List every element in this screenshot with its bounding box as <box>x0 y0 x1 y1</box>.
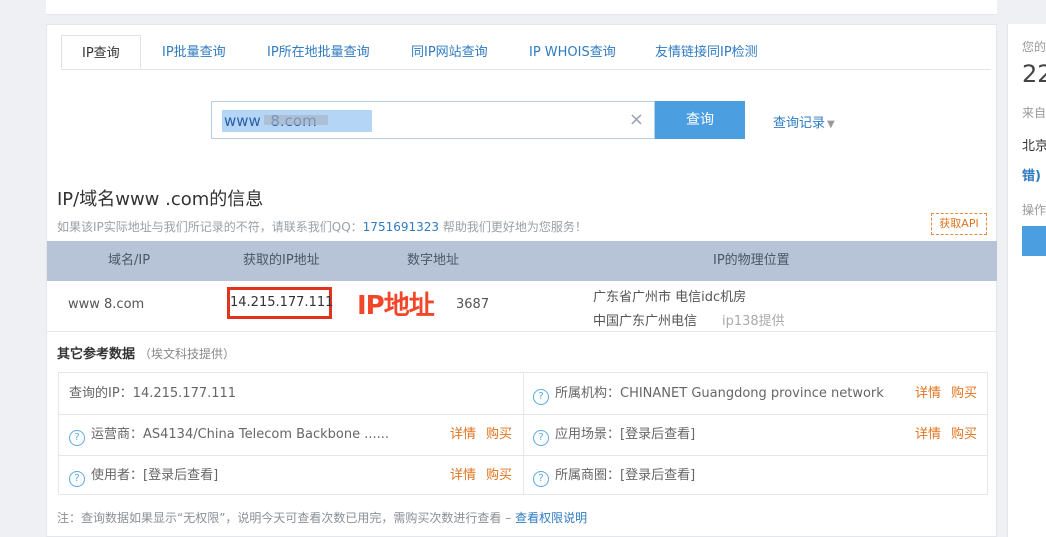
tab-friend-link-ip[interactable]: 友情链接同IP检测 <box>655 35 758 68</box>
detail-link[interactable]: 详情 <box>450 455 476 496</box>
detail-link[interactable]: 详情 <box>450 414 476 455</box>
provider-label: ip138提供 <box>722 314 785 329</box>
col-location: IP的物理位置 <box>713 253 790 268</box>
application-scene: ? 应用场景：[登录后查看] <box>533 414 695 455</box>
col-domain: 域名/IP <box>108 253 151 268</box>
buy-link[interactable]: 购买 <box>486 455 512 496</box>
location-line-1: 广东省广州市 电信idc机房 <box>593 290 747 305</box>
notice-text: 如果该IP实际地址与我们所记录的不符，请联系我们QQ： <box>57 220 363 234</box>
contact-notice: 如果该IP实际地址与我们所记录的不符，请联系我们QQ：1751691323 帮助… <box>57 218 587 235</box>
permission-info-link[interactable]: 查看权限说明 <box>515 511 587 525</box>
tab-ip-location-batch[interactable]: IP所在地批量查询 <box>267 35 370 68</box>
tab-ip-whois[interactable]: IP WHOIS查询 <box>529 35 616 68</box>
caret-down-icon: ▼ <box>827 119 835 130</box>
sidebar-action-button[interactable] <box>1022 226 1046 256</box>
business-district-text: 所属商圈：[登录后查看] <box>555 468 696 483</box>
reference-title-text: 其它参考数据 <box>57 347 136 362</box>
qq-number: 1751691323 <box>362 220 440 234</box>
help-icon[interactable]: ? <box>533 430 549 446</box>
numeric-address-cell: 3687 <box>456 297 490 312</box>
redacted-text <box>264 115 328 125</box>
reference-table: 查询的IP：14.215.177.111 ? 所属机构：CHINANET Guan… <box>58 372 988 495</box>
detail-link[interactable]: 详情 <box>915 414 941 455</box>
col-numeric: 数字地址 <box>407 253 460 268</box>
ip-address-highlight: 14.215.177.111 <box>227 287 333 319</box>
result-row: www 8.com 3687 广东省广州市 电信idc机房 中国广东广州电信 i… <box>47 281 997 332</box>
help-icon[interactable]: ? <box>533 471 549 487</box>
info-title: IP/域名www .com的信息 <box>57 189 264 210</box>
sidebar-from-label: 来自 <box>1022 106 1046 120</box>
clear-icon[interactable]: × <box>629 109 644 130</box>
organization: ? 所属机构：CHINANET Guangdong province networ… <box>533 373 884 414</box>
ip-annotation: IP地址 <box>357 291 435 321</box>
footer-note: 注：查询数据如果显示“无权限”，说明今天可查看次数已用完，需购买次数进行查看 –… <box>57 509 587 526</box>
tab-ip-query[interactable]: IP查询 <box>61 35 141 69</box>
result-table-header: 域名/IP 获取的IP地址 数字地址 IP的物理位置 <box>47 241 997 281</box>
sidebar-operate-label: 操作 <box>1022 203 1046 217</box>
query-history-dropdown[interactable]: 查询记录 ▼ <box>773 112 835 131</box>
get-api-button[interactable]: 获取API <box>931 213 987 235</box>
sidebar-label: 您的 <box>1022 40 1046 54</box>
application-scene-text: 应用场景：[登录后查看] <box>555 427 696 442</box>
carrier: ? 运营商：AS4134/China Telecom Backbone .....… <box>69 414 389 455</box>
location-line-2: 中国广东广州电信 <box>593 314 698 329</box>
help-icon[interactable]: ? <box>69 430 85 446</box>
ref-row: 查询的IP：14.215.177.111 ? 所属机构：CHINANET Guan… <box>59 373 987 415</box>
reference-title: 其它参考数据 （埃文科技提供） <box>57 343 235 362</box>
ref-row: ? 运营商：AS4134/China Telecom Backbone .....… <box>59 414 987 456</box>
user-text: 使用者：[登录后查看] <box>91 468 219 483</box>
tab-same-ip-sites[interactable]: 同IP网站查询 <box>411 35 488 68</box>
tab-ip-batch-query[interactable]: IP批量查询 <box>162 35 226 68</box>
business-district: ? 所属商圈：[登录后查看] <box>533 455 695 496</box>
sidebar-link[interactable]: 错) <box>1022 165 1041 184</box>
query-history-label: 查询记录 <box>773 116 826 131</box>
buy-link[interactable]: 购买 <box>951 373 977 414</box>
col-ip: 获取的IP地址 <box>243 253 320 268</box>
sidebar-panel: 您的 22 来自 北京 错) 操作 <box>1007 24 1046 537</box>
help-icon[interactable]: ? <box>69 471 85 487</box>
queried-ip: 查询的IP：14.215.177.111 <box>69 386 237 401</box>
sidebar-count: 22 <box>1022 60 1046 88</box>
top-strip <box>46 0 997 15</box>
carrier-text: 运营商：AS4134/China Telecom Backbone ...... <box>91 427 390 442</box>
user: ? 使用者：[登录后查看] <box>69 455 218 496</box>
help-icon[interactable]: ? <box>533 389 549 405</box>
sidebar-city: 北京 <box>1022 139 1046 154</box>
query-button[interactable]: 查询 <box>655 101 745 139</box>
notice-text-end: 帮助我们更好地为您服务！ <box>439 220 587 234</box>
search-box: × <box>211 101 655 139</box>
tab-bar: IP查询 IP批量查询 IP所在地批量查询 同IP网站查询 IP WHOIS查询… <box>61 35 991 70</box>
ip-query-card: IP查询 IP批量查询 IP所在地批量查询 同IP网站查询 IP WHOIS查询… <box>46 24 997 537</box>
buy-link[interactable]: 购买 <box>486 414 512 455</box>
organization-text: 所属机构：CHINANET Guangdong province network <box>555 386 884 401</box>
domain-cell: www 8.com <box>68 297 145 312</box>
footer-text: 注：查询数据如果显示“无权限”，说明今天可查看次数已用完，需购买次数进行查看 – <box>57 511 516 525</box>
detail-link[interactable]: 详情 <box>915 373 941 414</box>
reference-subtitle: （埃文科技提供） <box>139 347 236 361</box>
buy-link[interactable]: 购买 <box>951 414 977 455</box>
ref-row: ? 使用者：[登录后查看] 详情 购买 ? 所属商圈：[登录后查看] <box>59 455 987 496</box>
